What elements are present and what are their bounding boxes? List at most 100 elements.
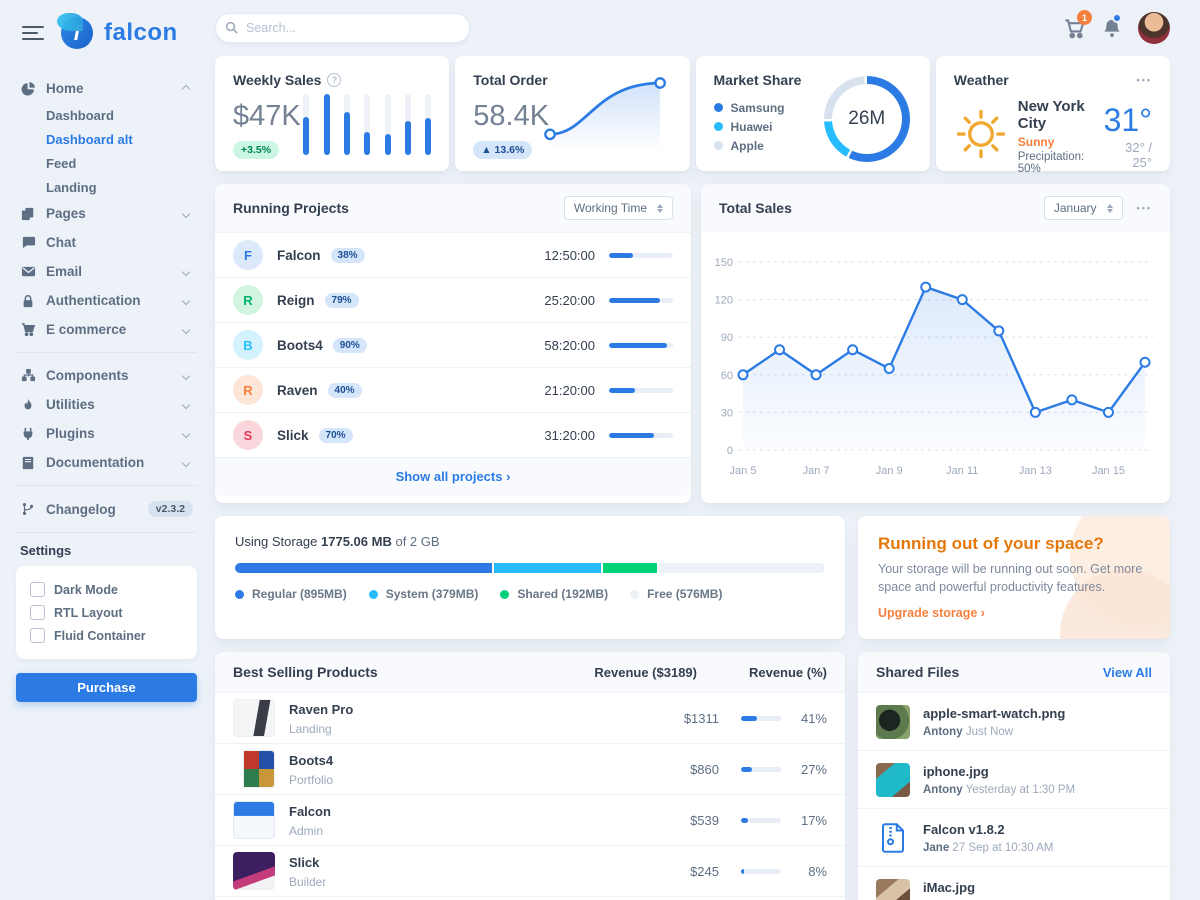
sidebar-item-changelog[interactable]: Changelog v2.3.2 [16,494,197,524]
project-row[interactable]: R Reign 79% 25:20:00 [215,277,691,322]
working-time-select[interactable]: Working Time [564,196,673,220]
sidebar-item-chat[interactable]: Chat [16,228,197,257]
sort-arrows-icon [657,204,663,213]
show-all-projects-link[interactable]: Show all projects › [396,469,511,484]
weather-precipitation: Precipitation: 50% [1018,151,1094,175]
sidebar-item-email[interactable]: Email [16,257,197,286]
project-row[interactable]: R Raven 40% 21:20:00 [215,367,691,412]
card-title: Market Share [714,72,802,88]
list-item[interactable]: iphone.jpg Antony Yesterday at 1:30 PM [858,750,1170,808]
purchase-button[interactable]: Purchase [16,673,197,702]
legend-dot [630,590,639,599]
project-avatar: R [233,285,263,315]
brand-logo[interactable]: f falcon [58,14,178,52]
notifications-button[interactable] [1102,18,1122,38]
help-icon[interactable]: ? [327,73,341,87]
fluid-container-toggle[interactable]: Fluid Container [30,624,183,647]
chart-pie-icon [20,81,36,96]
file-name: apple-smart-watch.png [923,706,1065,721]
svg-text:Jan 13: Jan 13 [1019,465,1052,477]
chevron-down-icon [182,458,190,466]
hamburger-menu-icon[interactable] [22,22,44,44]
table-row[interactable]: Boots4 Portfolio $860 27% [215,743,845,794]
sidebar-item-pages[interactable]: Pages [16,199,197,228]
product-thumbnail [233,852,275,890]
checkbox[interactable] [30,605,45,620]
sidebar-item-plugins[interactable]: Plugins [16,419,197,448]
list-item[interactable]: Falcon v1.8.2 Jane 27 Sep at 10:30 AM [858,808,1170,866]
table-row[interactable]: Slick Builder $245 8% [215,845,845,896]
project-row[interactable]: B Boots4 90% 58:20:00 [215,322,691,367]
list-item[interactable]: apple-smart-watch.png Antony Just Now [858,692,1170,750]
product-name: Falcon [289,804,331,819]
storage-card: Using Storage 1775.06 MB of 2 GB Regular… [215,516,845,639]
middle-row: Running Projects Working Time F Falcon 3… [215,184,1170,503]
ellipsis-menu[interactable]: ••• [1137,75,1152,85]
project-row[interactable]: F Falcon 38% 12:50:00 [215,232,691,277]
weekly-sales-card: Weekly Sales ? $47K +3.5% [215,56,449,171]
sidebar-item-authentication[interactable]: Authentication [16,286,197,315]
project-time: 12:50:00 [544,248,595,263]
product-name: Boots4 [289,753,333,768]
svg-text:120: 120 [715,295,733,307]
weather-card: Weather ••• New York City Sunny Precipit… [936,56,1170,171]
checkbox-label: Fluid Container [54,629,146,643]
product-revenue: $539 [629,813,719,828]
month-select[interactable]: January [1044,196,1123,220]
checkbox-label: Dark Mode [54,583,118,597]
project-percent-badge: 40% [328,383,362,398]
sidebar-item-components[interactable]: Components [16,361,197,390]
table-row[interactable]: Falcon Admin $539 17% [215,794,845,845]
sidebar-item-dashboard-alt[interactable]: Dashboard alt [16,127,197,151]
svg-text:30: 30 [721,407,733,419]
chevron-down-icon [182,209,190,217]
search-input[interactable] [215,13,470,43]
file-user: Antony [923,784,963,796]
file-zip-icon [876,821,910,855]
weekly-sales-bars [303,94,431,155]
weather-range: 32° / 25° [1104,140,1152,170]
cart-button[interactable]: 1 [1064,17,1086,39]
rtl-layout-toggle[interactable]: RTL Layout [30,601,183,624]
svg-text:90: 90 [721,332,733,344]
sidebar-item-documentation[interactable]: Documentation [16,448,197,477]
list-item[interactable]: iMac.jpg Rowen 23 Sep at 6:10 PM [858,866,1170,900]
table-row-partial[interactable] [215,896,845,900]
progress-bar [609,298,673,303]
view-all-link[interactable]: View All [1103,665,1152,680]
checkbox[interactable] [30,628,45,643]
svg-text:Jan 7: Jan 7 [803,465,830,477]
product-category: Builder [289,875,326,889]
project-avatar: S [233,420,263,450]
legend-label: Samsung [731,101,785,115]
product-revenue-pct: 8% [781,864,827,879]
total-sales-card: Total Sales January ••• 0306090120150Jan… [701,184,1170,503]
legend-dot [714,141,723,150]
sidebar-item-landing[interactable]: Landing [16,175,197,199]
legend-dot [369,590,378,599]
product-revenue-pct: 17% [781,813,827,828]
running-projects-card: Running Projects Working Time F Falcon 3… [215,184,691,503]
avatar[interactable] [1138,12,1170,44]
file-thumbnail [876,879,910,900]
project-row[interactable]: S Slick 70% 31:20:00 [215,412,691,457]
upgrade-storage-link[interactable]: Upgrade storage › [878,606,985,620]
ellipsis-menu[interactable]: ••• [1137,203,1152,213]
sidebar-item-feed[interactable]: Feed [16,151,197,175]
sidebar-item-utilities[interactable]: Utilities [16,390,197,419]
progress-bar [741,767,781,772]
progress-bar [741,716,781,721]
chat-icon [20,235,36,250]
project-time: 21:20:00 [544,383,595,398]
dark-mode-toggle[interactable]: Dark Mode [30,578,183,601]
svg-text:150: 150 [715,257,733,269]
sidebar-item-home[interactable]: Home [16,74,197,103]
weather-condition: Sunny [1018,135,1094,149]
project-name: Raven [277,383,318,398]
shared-files-card: Shared Files View All apple-smart-watch.… [858,652,1170,900]
checkbox[interactable] [30,582,45,597]
table-row[interactable]: Raven Pro Landing $1311 41% [215,692,845,743]
envelope-icon [20,264,36,279]
sidebar-item-dashboard[interactable]: Dashboard [16,103,197,127]
sidebar-item-ecommerce[interactable]: E commerce [16,315,197,344]
